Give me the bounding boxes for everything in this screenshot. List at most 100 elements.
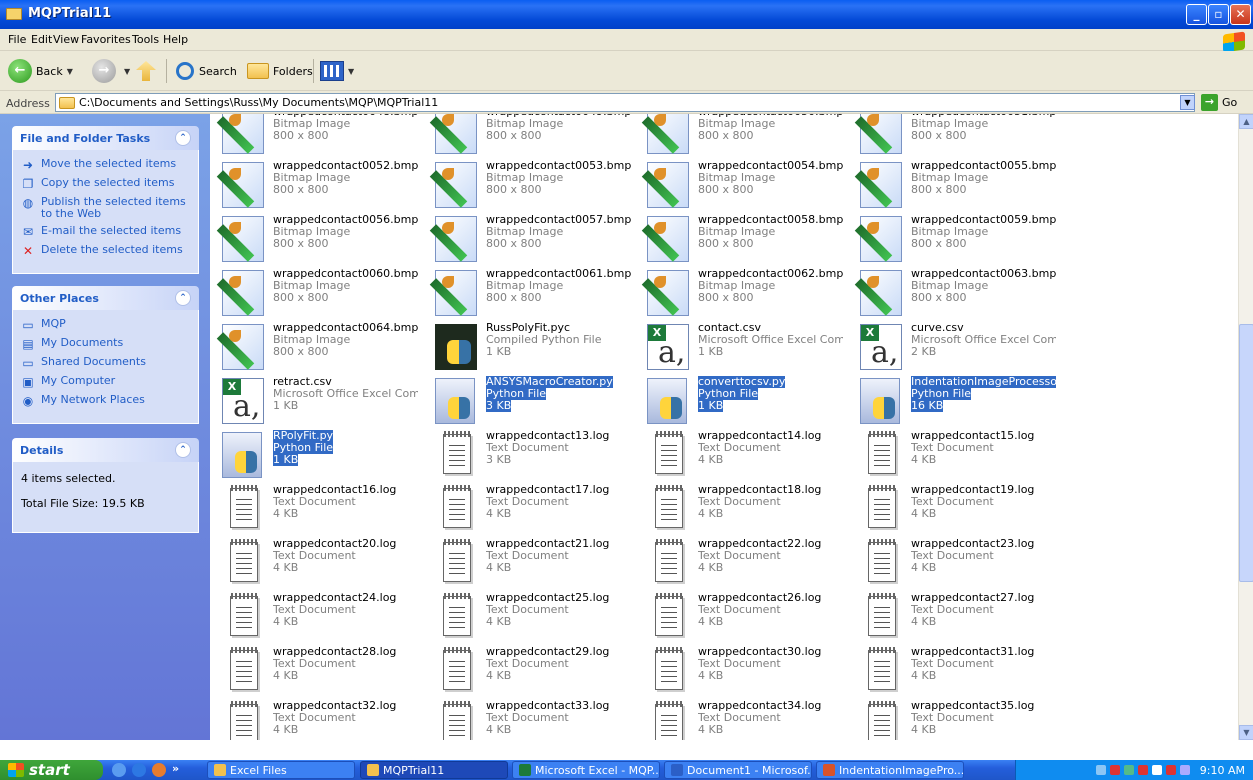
volume-icon[interactable] bbox=[1151, 765, 1162, 775]
file-item[interactable]: IndentationImageProcessor.pyPython File1… bbox=[854, 376, 1056, 428]
place-my-computer[interactable]: ▣ My Computer bbox=[21, 375, 190, 390]
file-item[interactable]: wrappedcontact17.log Text Document 4 KB bbox=[429, 484, 629, 536]
menu-tools[interactable]: Tools bbox=[132, 33, 159, 46]
file-item[interactable]: wrappedcontact0056.bmp Bitmap Image 800 x … bbox=[216, 214, 418, 266]
firefox-icon[interactable] bbox=[152, 763, 166, 777]
taskbar-button[interactable]: Excel Files bbox=[207, 761, 355, 779]
folders-button[interactable]: Folders bbox=[247, 57, 313, 85]
task-copy[interactable]: ❐ Copy the selected items bbox=[21, 177, 190, 192]
file-item[interactable]: wrappedcontact0053.bmp Bitmap Image 800 x … bbox=[429, 160, 631, 212]
file-item[interactable]: wrappedcontact0059.bmp Bitmap Image 800 x … bbox=[854, 214, 1056, 266]
panel-header[interactable]: File and Folder Tasks ⌃ bbox=[12, 126, 199, 150]
tray-icon[interactable] bbox=[1095, 765, 1106, 775]
file-item[interactable]: wrappedcontact16.log Text Document 4 KB bbox=[216, 484, 416, 536]
task-move[interactable]: ➜ Move the selected items bbox=[21, 158, 190, 173]
file-item[interactable]: wrappedcontact35.log Text Document 4 KB bbox=[854, 700, 1054, 740]
file-item[interactable]: wrappedcontact0063.bmp Bitmap Image 800 x … bbox=[854, 268, 1056, 320]
chevron-down-icon[interactable]: ▼ bbox=[348, 67, 354, 76]
file-item[interactable]: wrappedcontact25.log Text Document 4 KB bbox=[429, 592, 629, 644]
file-item[interactable]: wrappedcontact20.log Text Document 4 KB bbox=[216, 538, 416, 590]
file-item[interactable]: wrappedcontact0051.bmpBitmap Image800 x … bbox=[854, 114, 1056, 158]
file-item[interactable]: wrappedcontact13.log Text Document 3 KB bbox=[429, 430, 629, 482]
file-item[interactable]: wrappedcontact0057.bmp Bitmap Image 800 x … bbox=[429, 214, 631, 266]
file-item[interactable]: wrappedcontact15.log Text Document 4 KB bbox=[854, 430, 1054, 482]
file-item[interactable]: wrappedcontact32.log Text Document 4 KB bbox=[216, 700, 416, 740]
file-item[interactable]: wrappedcontact0055.bmp Bitmap Image 800 x … bbox=[854, 160, 1056, 212]
up-folder-button[interactable] bbox=[136, 57, 158, 85]
task-publish[interactable]: ◍ Publish the selected items to the Web bbox=[21, 196, 190, 220]
file-item[interactable]: ANSYSMacroCreator.py Python File 3 KB bbox=[429, 376, 629, 428]
file-item[interactable]: converttocsv.py Python File 1 KB bbox=[641, 376, 841, 428]
file-item[interactable]: wrappedcontact0054.bmp Bitmap Image 800 x … bbox=[641, 160, 843, 212]
file-item[interactable]: wrappedcontact0049.bmpBitmap Image800 x … bbox=[429, 114, 631, 158]
panel-header[interactable]: Other Places ⌃ bbox=[12, 286, 199, 310]
minimize-button[interactable]: _ bbox=[1186, 4, 1207, 25]
place-my-network-places[interactable]: ◉ My Network Places bbox=[21, 394, 190, 409]
file-item[interactable]: wrappedcontact30.log Text Document 4 KB bbox=[641, 646, 841, 698]
tray-icon[interactable] bbox=[1137, 765, 1148, 775]
file-item[interactable]: wrappedcontact21.log Text Document 4 KB bbox=[429, 538, 629, 590]
file-item[interactable]: Xa, contact.csv Microsoft Office Excel Com… bbox=[641, 322, 843, 374]
back-button[interactable]: ← Back ▼ bbox=[8, 57, 73, 85]
taskbar-button[interactable]: Document1 - Microsof... bbox=[664, 761, 812, 779]
collapse-chevron-icon[interactable]: ⌃ bbox=[175, 442, 191, 458]
menu-file[interactable]: File bbox=[8, 33, 26, 46]
place-mqp[interactable]: ▭ MQP bbox=[21, 318, 190, 333]
taskbar-button[interactable]: Microsoft Excel - MQP... bbox=[512, 761, 660, 779]
file-item[interactable]: wrappedcontact33.log Text Document 4 KB bbox=[429, 700, 629, 740]
file-item[interactable]: wrappedcontact0048.bmpBitmap Image800 x … bbox=[216, 114, 418, 158]
forward-button[interactable]: → ▼ bbox=[92, 57, 130, 85]
file-item[interactable]: wrappedcontact14.log Text Document 4 KB bbox=[641, 430, 841, 482]
tray-icon[interactable] bbox=[1123, 765, 1134, 775]
taskbar-button[interactable]: IndentationImagePro... bbox=[816, 761, 964, 779]
file-item[interactable]: Xa,curve.csvMicrosoft Office Excel Comma… bbox=[854, 322, 1056, 374]
collapse-chevron-icon[interactable]: ⌃ bbox=[175, 130, 191, 146]
place-shared-documents[interactable]: ▭ Shared Documents bbox=[21, 356, 190, 371]
file-item[interactable]: wrappedcontact26.log Text Document 4 KB bbox=[641, 592, 841, 644]
chevron-down-icon[interactable]: ▼ bbox=[124, 67, 130, 76]
start-button[interactable]: start bbox=[0, 760, 103, 780]
file-item[interactable]: wrappedcontact0062.bmp Bitmap Image 800 x … bbox=[641, 268, 843, 320]
clock[interactable]: 9:10 AM bbox=[1200, 764, 1245, 777]
file-item[interactable]: Xa, retract.csv Microsoft Office Excel Com… bbox=[216, 376, 418, 428]
file-item[interactable]: wrappedcontact19.log Text Document 4 KB bbox=[854, 484, 1054, 536]
file-item[interactable]: wrappedcontact0061.bmp Bitmap Image 800 x … bbox=[429, 268, 631, 320]
views-button[interactable]: ▼ bbox=[320, 57, 354, 85]
scroll-up-button[interactable]: ▲ bbox=[1239, 114, 1253, 129]
menu-edit[interactable]: Edit bbox=[31, 33, 52, 46]
panel-header[interactable]: Details ⌃ bbox=[12, 438, 199, 462]
file-item[interactable]: wrappedcontact0060.bmp Bitmap Image 800 x … bbox=[216, 268, 418, 320]
tray-icon[interactable] bbox=[1109, 765, 1120, 775]
file-item[interactable]: RPolyFit.py Python File 1 KB bbox=[216, 430, 416, 482]
close-button[interactable]: ✕ bbox=[1230, 4, 1251, 25]
scroll-down-button[interactable]: ▼ bbox=[1239, 725, 1253, 740]
file-item[interactable]: wrappedcontact0064.bmp Bitmap Image 800 x … bbox=[216, 322, 418, 374]
chevron-down-icon[interactable]: ▼ bbox=[67, 67, 73, 76]
go-button[interactable]: → Go bbox=[1201, 94, 1237, 111]
file-item[interactable]: wrappedcontact0058.bmp Bitmap Image 800 x … bbox=[641, 214, 843, 266]
file-item[interactable]: wrappedcontact31.log Text Document 4 KB bbox=[854, 646, 1054, 698]
maximize-button[interactable]: ▫ bbox=[1208, 4, 1229, 25]
address-field[interactable]: C:\Documents and Settings\Russ\My Docume… bbox=[55, 93, 1195, 112]
tray-icon[interactable] bbox=[1179, 765, 1190, 775]
taskbar-button[interactable]: MQPTrial11 bbox=[360, 761, 508, 779]
search-button[interactable]: Search bbox=[176, 57, 237, 85]
file-item[interactable]: wrappedcontact34.log Text Document 4 KB bbox=[641, 700, 841, 740]
address-dropdown-button[interactable]: ▼ bbox=[1180, 95, 1195, 110]
file-item[interactable]: wrappedcontact28.log Text Document 4 KB bbox=[216, 646, 416, 698]
menu-favorites[interactable]: Favorites bbox=[81, 33, 131, 46]
file-item[interactable]: wrappedcontact18.log Text Document 4 KB bbox=[641, 484, 841, 536]
scrollbar-thumb[interactable] bbox=[1239, 324, 1253, 582]
file-item[interactable]: wrappedcontact22.log Text Document 4 KB bbox=[641, 538, 841, 590]
chevron-more-icon[interactable]: » bbox=[172, 762, 179, 775]
menu-help[interactable]: Help bbox=[163, 33, 188, 46]
file-item[interactable]: wrappedcontact0050.bmpBitmap Image800 x … bbox=[641, 114, 843, 158]
task-email[interactable]: ✉ E-mail the selected items bbox=[21, 225, 190, 240]
file-item[interactable]: wrappedcontact24.log Text Document 4 KB bbox=[216, 592, 416, 644]
file-item[interactable]: wrappedcontact29.log Text Document 4 KB bbox=[429, 646, 629, 698]
file-item[interactable]: RussPolyFit.pyc Compiled Python File 1 KB bbox=[429, 322, 629, 374]
place-my-documents[interactable]: ▤ My Documents bbox=[21, 337, 190, 352]
task-delete[interactable]: ✕ Delete the selected items bbox=[21, 244, 190, 259]
collapse-chevron-icon[interactable]: ⌃ bbox=[175, 290, 191, 306]
file-item[interactable]: wrappedcontact0052.bmp Bitmap Image 800 x … bbox=[216, 160, 418, 212]
